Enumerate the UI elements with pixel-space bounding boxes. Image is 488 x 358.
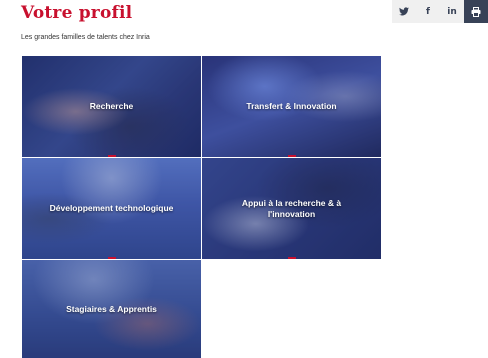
twitter-icon [399,7,409,16]
print-button[interactable] [464,0,488,23]
tile-label: Stagiaires & Apprentis [66,303,157,314]
tile-developpement-technologique[interactable]: Développement technologique [22,158,201,259]
linkedin-share-button[interactable]: in [440,0,464,23]
tile-label: Transfert & Innovation [246,101,337,112]
page-title: Votre profil [21,3,133,23]
twitter-share-button[interactable] [392,0,416,23]
tile-transfert-innovation[interactable]: Transfert & Innovation [202,56,381,157]
facebook-icon: f [426,6,430,17]
share-bar: f in [392,0,488,23]
tile-appui-recherche-innovation[interactable]: Appui à la recherche & à l'innovation [202,158,381,259]
facebook-share-button[interactable]: f [416,0,440,23]
tile-accent [287,155,296,157]
print-icon [471,6,481,17]
tile-label: Développement technologique [49,203,174,214]
tile-label: Recherche [89,101,134,112]
tile-label: Appui à la recherche & à l'innovation [241,197,342,219]
linkedin-icon: in [447,6,457,17]
tile-stagiaires-apprentis[interactable]: Stagiaires & Apprentis [22,260,201,358]
tile-recherche[interactable]: Recherche [22,56,201,157]
tile-accent [107,257,116,259]
tile-accent [287,257,296,259]
page-subtitle: Les grandes familles de talents chez Inr… [21,34,150,41]
profile-grid: Recherche Transfert & Innovation Dévelop… [22,56,381,358]
tile-accent [107,155,116,157]
